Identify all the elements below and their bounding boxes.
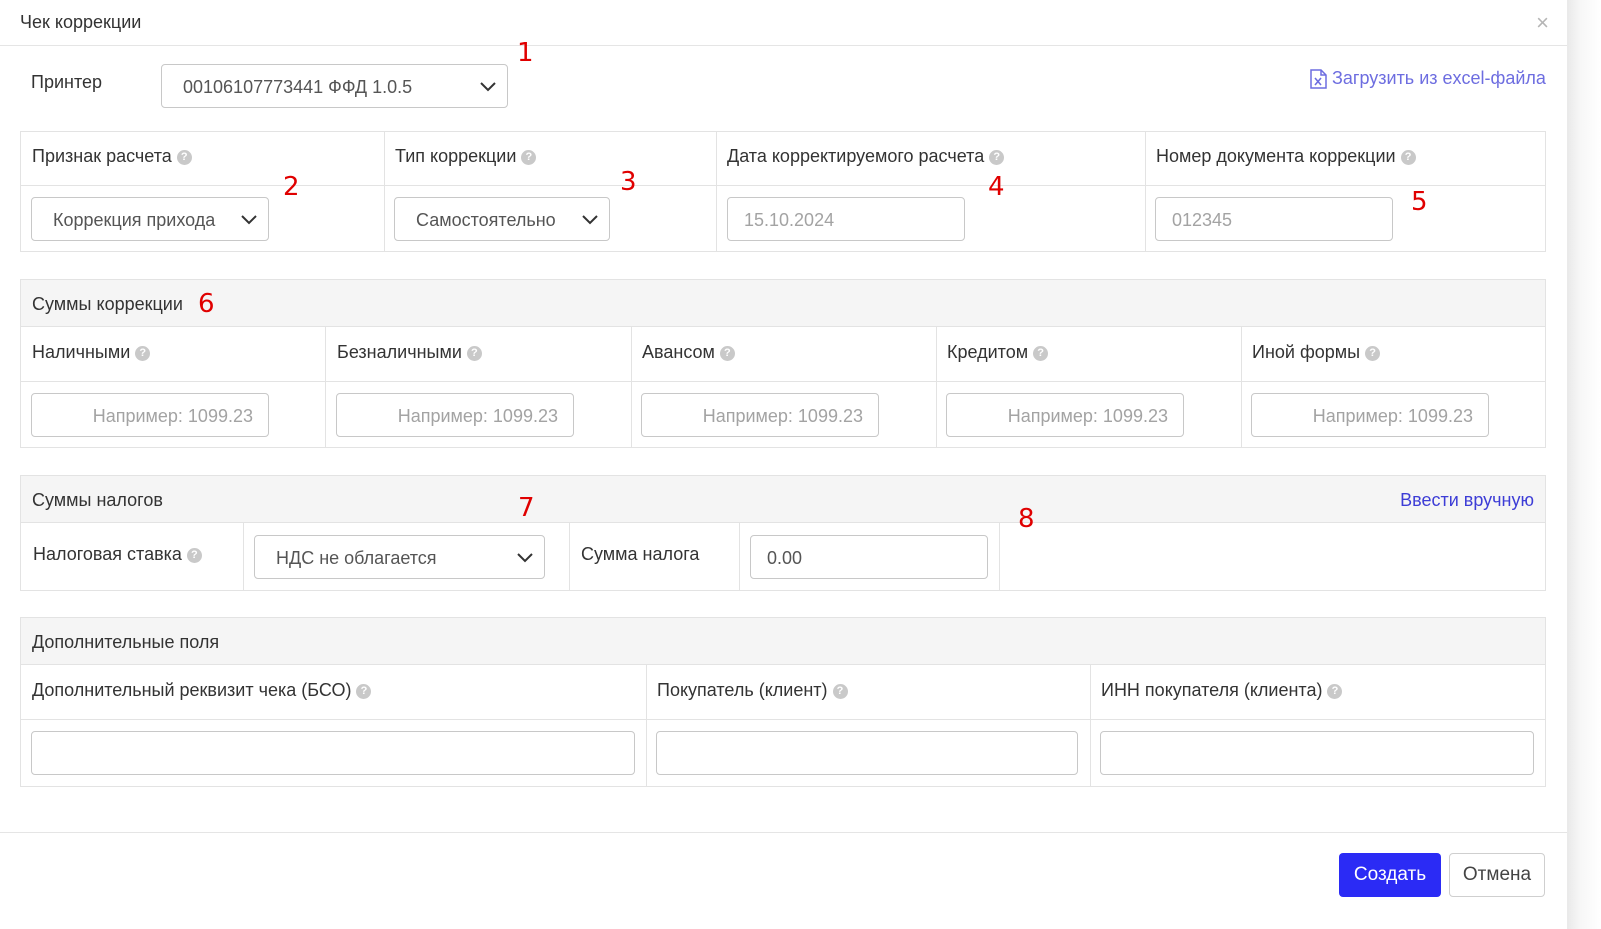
annotation-3: 3 xyxy=(620,167,637,197)
correction-sums-title: Суммы коррекции xyxy=(32,294,183,314)
cancel-button[interactable]: Отмена xyxy=(1449,853,1545,897)
sign-select-value: Коррекция прихода xyxy=(53,210,216,230)
printer-select[interactable]: 00106107773441 ФФД 1.0.5 xyxy=(161,64,508,108)
cashless-input[interactable]: Например: 1099.23 xyxy=(336,393,574,437)
annotation-7: 7 xyxy=(518,493,535,523)
help-icon[interactable]: ? xyxy=(1400,150,1416,165)
excel-upload-label: Загрузить из excel-файла xyxy=(1332,68,1546,88)
advance-label: Авансом? xyxy=(642,342,735,363)
date-label: Дата корректируемого расчета? xyxy=(727,146,1005,167)
additional-fields-title: Дополнительные поля xyxy=(32,632,220,652)
bso-input[interactable] xyxy=(31,731,635,775)
help-icon[interactable]: ? xyxy=(832,684,848,699)
buyer-inn-label: ИНН покупателя (клиента)? xyxy=(1101,680,1343,701)
other-form-label: Иной формы? xyxy=(1252,342,1381,363)
help-icon[interactable]: ? xyxy=(1365,346,1381,361)
chevron-down-icon xyxy=(517,553,533,563)
chevron-down-icon xyxy=(480,82,496,92)
create-button[interactable]: Создать xyxy=(1339,853,1441,897)
tax-sums-title: Суммы налогов xyxy=(32,490,163,510)
other-form-input[interactable]: Например: 1099.23 xyxy=(1251,393,1489,437)
annotation-2: 2 xyxy=(283,172,300,202)
help-icon[interactable]: ? xyxy=(135,346,151,361)
help-icon[interactable]: ? xyxy=(176,150,192,165)
printer-select-value: 00106107773441 ФФД 1.0.5 xyxy=(183,77,413,97)
tax-rate-select[interactable]: НДС не облагается xyxy=(254,535,545,579)
annotation-5: 5 xyxy=(1411,187,1428,217)
type-select-value: Самостоятельно xyxy=(416,210,556,230)
close-icon[interactable]: × xyxy=(1536,12,1549,34)
buyer-inn-input[interactable] xyxy=(1100,731,1534,775)
tax-rate-select-value: НДС не облагается xyxy=(276,548,437,568)
type-select[interactable]: Самостоятельно xyxy=(394,197,610,241)
help-icon[interactable]: ? xyxy=(719,346,735,361)
excel-file-icon xyxy=(1310,69,1327,89)
correction-receipt-dialog: Чек коррекции × Принтер 00106107773441 Ф… xyxy=(0,0,1567,929)
dialog-header: Чек коррекции × xyxy=(0,0,1567,46)
manual-entry-link[interactable]: Ввести вручную xyxy=(1400,490,1534,511)
dialog-title: Чек коррекции xyxy=(20,12,142,32)
bso-label: Дополнительный реквизит чека (БСО)? xyxy=(32,680,372,701)
help-icon[interactable]: ? xyxy=(1327,684,1343,699)
docnum-input[interactable]: 012345 xyxy=(1155,197,1393,241)
annotation-4: 4 xyxy=(988,172,1005,202)
help-icon[interactable]: ? xyxy=(356,684,372,699)
help-icon[interactable]: ? xyxy=(466,346,482,361)
credit-label: Кредитом? xyxy=(947,342,1049,363)
cash-label: Наличными? xyxy=(32,342,151,363)
credit-input[interactable]: Например: 1099.23 xyxy=(946,393,1184,437)
advance-input[interactable]: Например: 1099.23 xyxy=(641,393,879,437)
sign-select[interactable]: Коррекция прихода xyxy=(31,197,269,241)
tax-rate-label: Налоговая ставка? xyxy=(33,544,202,565)
help-icon[interactable]: ? xyxy=(989,150,1005,165)
annotation-8: 8 xyxy=(1018,504,1035,534)
docnum-label: Номер документа коррекции? xyxy=(1156,146,1416,167)
annotation-1: 1 xyxy=(517,38,534,68)
help-icon[interactable]: ? xyxy=(521,150,537,165)
help-icon[interactable]: ? xyxy=(186,548,202,563)
date-input[interactable]: 15.10.2024 xyxy=(727,197,965,241)
chevron-down-icon xyxy=(582,215,598,225)
chevron-down-icon xyxy=(241,215,257,225)
tax-amount-input[interactable]: 0.00 xyxy=(750,535,988,579)
buyer-input[interactable] xyxy=(656,731,1078,775)
printer-label: Принтер xyxy=(31,72,103,92)
sign-label: Признак расчета? xyxy=(32,146,192,167)
cash-input[interactable]: Например: 1099.23 xyxy=(31,393,269,437)
buyer-label: Покупатель (клиент)? xyxy=(657,680,848,701)
type-label: Тип коррекции? xyxy=(395,146,537,167)
tax-amount-label: Сумма налога xyxy=(581,544,700,564)
help-icon[interactable]: ? xyxy=(1033,346,1049,361)
window-edge xyxy=(1567,0,1601,929)
footer-divider xyxy=(0,832,1567,833)
cashless-label: Безналичными? xyxy=(337,342,482,363)
annotation-6: 6 xyxy=(198,289,215,319)
